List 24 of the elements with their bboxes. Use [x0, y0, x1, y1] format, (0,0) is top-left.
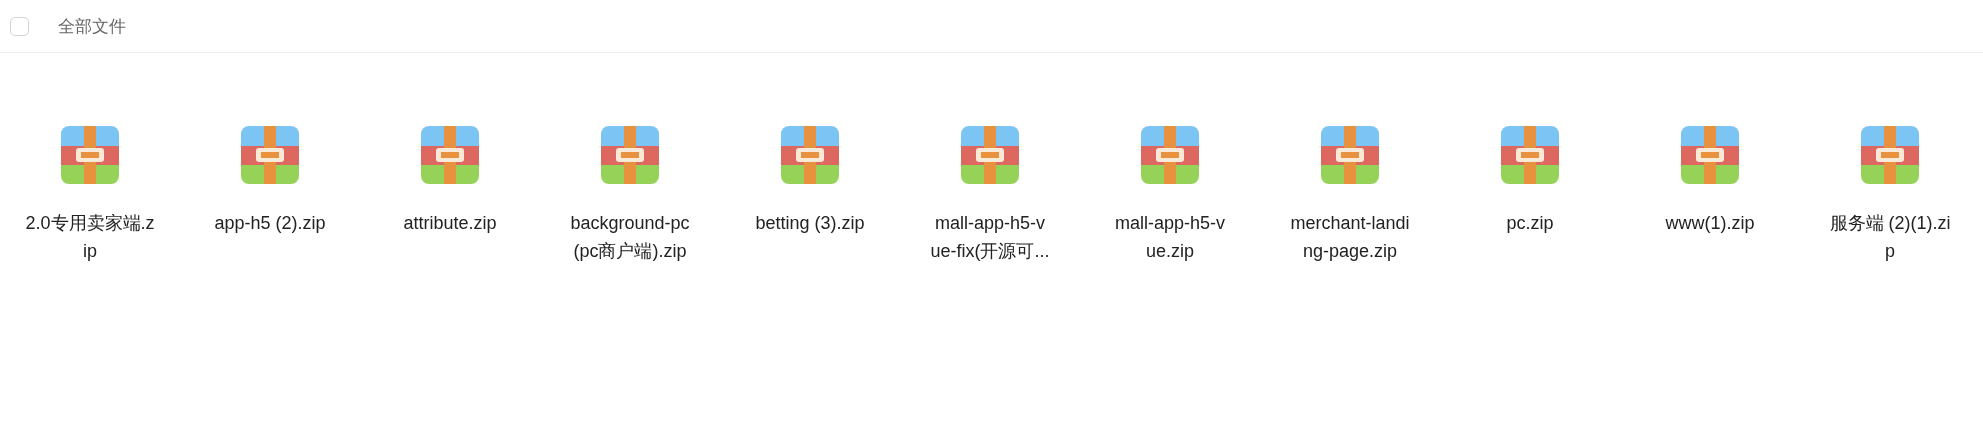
select-all-checkbox[interactable]	[10, 16, 29, 36]
archive-icon[interactable]	[961, 126, 1019, 184]
folder-title: 全部文件	[58, 15, 126, 38]
file-name[interactable]: mall-app-h5-v ue-fix(开源可...	[930, 209, 1050, 265]
file-name[interactable]: app-h5 (2).zip	[214, 209, 326, 237]
file-name[interactable]: betting (3).zip	[755, 209, 865, 237]
file-name[interactable]: www(1).zip	[1665, 209, 1755, 237]
archive-icon[interactable]	[421, 126, 479, 184]
file-name[interactable]: mall-app-h5-v ue.zip	[1114, 209, 1225, 265]
archive-icon[interactable]	[601, 126, 659, 184]
file-name[interactable]: merchant-landi ng-page.zip	[1290, 209, 1410, 265]
archive-icon[interactable]	[1501, 126, 1559, 184]
archive-icon[interactable]	[1321, 126, 1379, 184]
archive-icon[interactable]	[1681, 126, 1739, 184]
archive-icon[interactable]	[61, 126, 119, 184]
file-name[interactable]: background-pc (pc商户端).zip	[570, 209, 690, 265]
archive-icon[interactable]	[1141, 126, 1199, 184]
file-name[interactable]: attribute.zip	[403, 209, 497, 237]
file-name[interactable]: pc.zip	[1506, 209, 1554, 237]
archive-icon[interactable]	[241, 126, 299, 184]
archive-icon[interactable]	[781, 126, 839, 184]
archive-icon[interactable]	[1861, 126, 1919, 184]
file-name[interactable]: 2.0专用卖家端.z ip	[25, 209, 155, 265]
file-name[interactable]: 服务端 (2)(1).zi p	[1829, 209, 1951, 265]
